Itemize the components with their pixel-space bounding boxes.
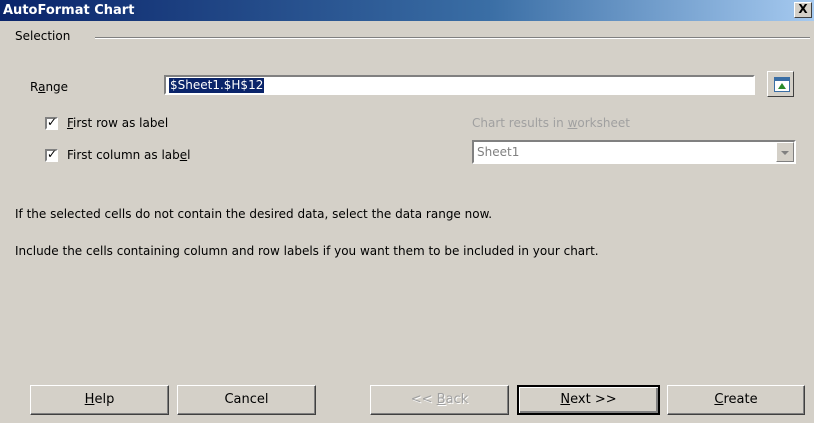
window-title: AutoFormat Chart [3, 3, 135, 18]
help-button[interactable]: Help [30, 385, 169, 415]
dropdown-arrow-icon [781, 151, 789, 155]
title-bar: AutoFormat Chart X [0, 0, 814, 21]
results-value: Sheet1 [477, 145, 520, 159]
selection-group-label: Selection [15, 29, 71, 43]
checkmark-icon: ✓ [47, 115, 58, 129]
checkmark-icon: ✓ [47, 147, 58, 161]
range-value: $Sheet1.$H$12 [169, 78, 265, 93]
first-row-checkbox[interactable]: ✓ [45, 115, 58, 130]
info-line-2: Include the cells containing column and … [15, 244, 599, 258]
first-column-label[interactable]: First column as label [67, 148, 191, 162]
next-button[interactable]: Next >> [517, 385, 660, 415]
results-combo[interactable]: Sheet1 [472, 140, 796, 164]
range-label: Range [30, 80, 69, 94]
close-icon: X [798, 2, 808, 16]
create-button[interactable]: Create [667, 385, 805, 415]
shrink-range-icon [774, 77, 790, 92]
first-row-label[interactable]: First row as label [67, 116, 168, 130]
info-line-1: If the selected cells do not contain the… [15, 207, 493, 221]
back-button[interactable]: << Back [370, 385, 509, 415]
group-divider [95, 37, 810, 39]
results-label: Chart results in worksheet [472, 116, 630, 130]
close-button[interactable]: X [794, 2, 812, 18]
first-column-checkbox[interactable]: ✓ [45, 147, 58, 162]
dropdown-button[interactable] [776, 142, 794, 162]
shrink-button[interactable] [767, 71, 794, 97]
range-input[interactable]: $Sheet1.$H$12 [164, 75, 755, 95]
cancel-button[interactable]: Cancel [177, 385, 316, 415]
